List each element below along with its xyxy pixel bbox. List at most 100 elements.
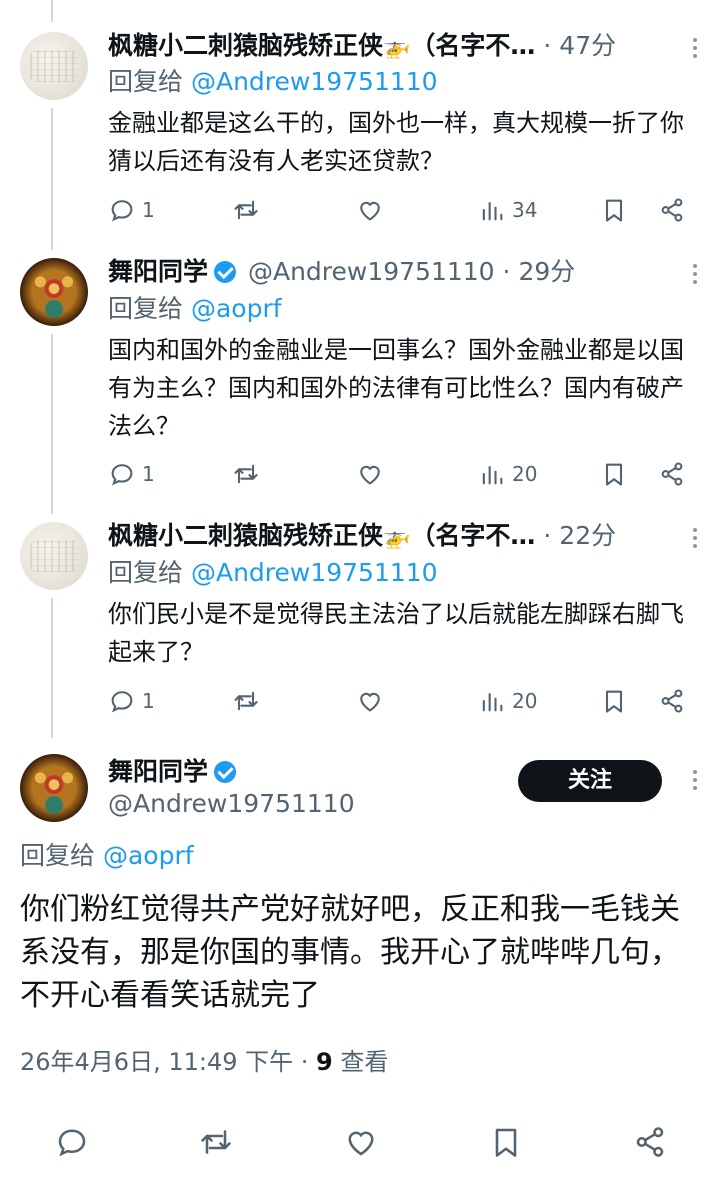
follow-button[interactable]: 关注 — [518, 760, 662, 802]
reply-button[interactable] — [54, 1124, 90, 1160]
reply-icon — [111, 200, 133, 222]
retweet-button[interactable] — [232, 456, 260, 492]
avatar[interactable] — [20, 32, 88, 100]
tweet-time[interactable]: · 22分 — [543, 521, 616, 550]
display-name[interactable]: 枫糖小二刺猿脑残矫正侠 — [108, 521, 383, 550]
reply-context: 回复给 @aoprf — [108, 293, 282, 325]
tweet-timestamp: 26年4月6日, 11:49 下午 · 9 查看 — [20, 1046, 388, 1078]
more-icon[interactable] — [693, 770, 697, 794]
tweet-header: 枫糖小二刺猿脑残矫正侠🚁（名字不… · 22分 — [108, 520, 723, 554]
retweet-button[interactable] — [232, 192, 260, 228]
reply-icon — [111, 691, 133, 713]
thread-line — [51, 0, 53, 22]
tweet-header: 舞阳同学 @Andrew19751110 · 29分 — [108, 256, 723, 288]
avatar[interactable] — [20, 754, 88, 822]
views-icon — [482, 465, 503, 485]
user-handle[interactable]: @Andrew19751110 — [248, 257, 495, 286]
retweet-button[interactable] — [198, 1124, 234, 1160]
thread-line — [51, 598, 53, 738]
tweet-text: 国内和国外的金融业是一回事么？国外金融业都是以国有为主么？国内和国外的法律有可比… — [108, 336, 684, 440]
like-button[interactable] — [356, 456, 384, 492]
retweet-button[interactable] — [232, 683, 260, 719]
retweet-icon — [201, 1130, 231, 1154]
retweet-icon — [234, 691, 258, 711]
reply-context: 回复给 @Andrew19751110 — [108, 66, 438, 98]
display-name[interactable]: 舞阳同学 — [108, 757, 208, 786]
reply-prefix: 回复给 — [20, 841, 96, 870]
tweet-text: 你们粉红觉得共产党好就好吧，反正和我一毛钱关系没有，那是你国的事情。我开心了就哔… — [20, 892, 680, 1013]
avatar[interactable] — [20, 258, 88, 326]
share-button[interactable] — [658, 683, 686, 719]
thread-line — [51, 334, 53, 514]
share-button[interactable] — [632, 1124, 668, 1160]
reply-count: 1 — [142, 689, 155, 713]
views-count: 20 — [512, 689, 538, 713]
reply-button[interactable]: 1 — [108, 683, 155, 719]
like-icon — [348, 1131, 374, 1156]
action-bar: 1 20 — [108, 683, 698, 719]
view-count: 9 — [316, 1048, 333, 1076]
display-name[interactable]: 枫糖小二刺猿脑残矫正侠 — [108, 31, 383, 60]
views-button[interactable]: 20 — [478, 456, 537, 492]
like-button[interactable] — [356, 683, 384, 719]
reply-button[interactable]: 1 — [108, 192, 155, 228]
reply-context: 回复给 @Andrew19751110 — [108, 557, 438, 589]
bookmark-icon — [605, 690, 623, 713]
like-icon — [360, 692, 380, 712]
bookmark-button[interactable] — [600, 456, 628, 492]
share-icon — [661, 198, 683, 222]
bottom-action-bar — [0, 1124, 723, 1164]
helicopter-emoji: 🚁 — [383, 525, 411, 550]
tweet-header: 枫糖小二刺猿脑残矫正侠🚁（名字不… · 47分 — [108, 30, 723, 64]
tweet-text: 你们民小是不是觉得民主法治了以后就能左脚踩右脚飞起来了？ — [108, 600, 684, 666]
bookmark-button[interactable] — [488, 1124, 524, 1160]
views-button[interactable]: 34 — [478, 192, 537, 228]
views-count: 20 — [512, 462, 538, 486]
reply-prefix: 回复给 — [108, 67, 184, 96]
bookmark-icon — [495, 1128, 517, 1157]
views-button[interactable]: 20 — [478, 683, 537, 719]
reply-icon — [111, 464, 133, 486]
avatar[interactable] — [20, 522, 88, 590]
reply-prefix: 回复给 — [108, 294, 184, 323]
views-icon — [482, 692, 503, 712]
share-icon — [661, 689, 683, 713]
bookmark-button[interactable] — [600, 192, 628, 228]
display-name[interactable]: 舞阳同学 — [108, 257, 208, 286]
like-button[interactable] — [356, 192, 384, 228]
share-icon — [661, 462, 683, 486]
like-button[interactable] — [343, 1124, 379, 1160]
share-button[interactable] — [658, 192, 686, 228]
reply-mention[interactable]: @Andrew19751110 — [191, 558, 438, 587]
like-icon — [360, 201, 380, 221]
reply-mention[interactable]: @Andrew19751110 — [191, 67, 438, 96]
reply-mention[interactable]: @aoprf — [103, 841, 194, 870]
reply-count: 1 — [142, 462, 155, 486]
bookmark-icon — [605, 463, 623, 486]
bookmark-icon — [605, 199, 623, 222]
reply-count: 1 — [142, 198, 155, 222]
more-icon[interactable] — [693, 38, 697, 62]
share-button[interactable] — [658, 456, 686, 492]
reply-button[interactable]: 1 — [108, 456, 155, 492]
user-handle[interactable]: @Andrew19751110 — [108, 788, 355, 820]
reply-prefix: 回复给 — [108, 558, 184, 587]
bookmark-button[interactable] — [600, 683, 628, 719]
view-label: 查看 — [332, 1048, 389, 1076]
timestamp-text[interactable]: 26年4月6日, 11:49 下午 · — [20, 1048, 316, 1076]
action-bar: 1 20 — [108, 456, 698, 492]
retweet-icon — [234, 464, 258, 484]
thread-line — [51, 108, 53, 250]
reply-icon — [58, 1129, 86, 1157]
like-icon — [360, 465, 380, 485]
more-icon[interactable] — [693, 528, 697, 552]
tweet-time[interactable]: · 29分 — [503, 257, 576, 286]
tweet-time[interactable]: · 47分 — [543, 31, 616, 60]
display-name-suffix[interactable]: （名字不… — [410, 521, 535, 550]
display-name-suffix[interactable]: （名字不… — [410, 31, 535, 60]
verified-icon — [214, 761, 237, 783]
reply-mention[interactable]: @aoprf — [191, 294, 282, 323]
action-bar: 1 34 — [108, 192, 698, 228]
views-icon — [482, 201, 503, 221]
more-icon[interactable] — [693, 264, 697, 288]
